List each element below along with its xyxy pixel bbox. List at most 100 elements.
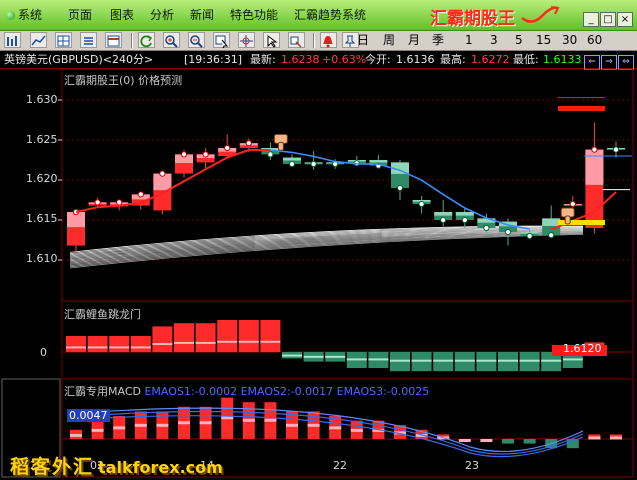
menu-features[interactable]: 特色功能 — [230, 8, 278, 22]
window-controls: _ □ × — [582, 7, 633, 27]
period-week[interactable]: 周 — [383, 33, 395, 48]
period-60min[interactable]: 60 — [587, 33, 602, 48]
chart-nav-controls: ⇐ ⇒ ⇔ — [583, 52, 634, 70]
mid-bar-highlight — [195, 341, 216, 344]
toolbar: 日 周 月 季 1 3 5 15 30 60 — [0, 31, 637, 51]
menu-trend-system[interactable]: 汇霸趋势系统 — [294, 8, 366, 22]
maximize-button[interactable]: □ — [600, 12, 616, 27]
drag-icon[interactable] — [288, 32, 305, 48]
watermark-cn: 稻客外汇 — [10, 456, 95, 478]
price-panel-border — [61, 69, 634, 302]
symbol-name[interactable]: 英镑美元(GBPUSD)<240分> — [4, 51, 153, 68]
period-month[interactable]: 月 — [408, 33, 420, 48]
watermark: 稻客外汇 talkforex.com — [10, 452, 223, 479]
price-tick: 1.620 — [26, 172, 58, 185]
mid-bar — [174, 323, 194, 352]
ema2-value: -0.0017 — [290, 385, 334, 398]
macd-panel-title: 汇霸专用MACD EMAOS1:-0.0002 EMAOS2:-0.0017 E… — [64, 383, 429, 399]
calendar-icon[interactable] — [105, 32, 122, 48]
ema2-label: EMAOS2: — [240, 385, 291, 398]
forecast-high-bar — [558, 106, 605, 111]
candle-highlight — [434, 212, 453, 216]
menu-news[interactable]: 新闻 — [190, 8, 214, 22]
candle-close-dot — [569, 200, 576, 208]
prev-icon[interactable]: ⇐ — [584, 55, 600, 70]
minimize-button[interactable]: _ — [583, 12, 599, 27]
open-label: 今开: — [365, 53, 391, 66]
candle-close-dot — [202, 151, 209, 158]
high-value: 1.6272 — [471, 53, 510, 66]
price-tick: 1.630 — [26, 93, 58, 106]
sell-signal-hand-icon-finger — [277, 141, 284, 151]
candle-close-dot — [137, 191, 144, 198]
ema3-value: -0.0025 — [386, 385, 430, 398]
mid-bar — [217, 320, 238, 352]
candle-close-dot — [116, 199, 123, 206]
price-panel-title: 汇霸期股王(0) 价格预测 — [64, 74, 183, 87]
candle-close-dot — [267, 151, 274, 158]
menu-label: 汇霸趋势系统 — [294, 8, 367, 22]
chart-area[interactable]: 汇霸期股王(0) 价格预测 1.630 1.625 1.620 1.615 1.… — [0, 69, 637, 480]
macd-bar-highlight — [350, 428, 363, 432]
menu-system[interactable]: 系统 — [6, 8, 42, 22]
candle-close-dot — [440, 216, 447, 224]
ema1-label: EMAOS1: — [144, 385, 195, 398]
line-chart-icon[interactable] — [30, 32, 47, 48]
period-30min[interactable]: 30 — [562, 33, 577, 48]
alarm-bell-icon[interactable] — [320, 32, 337, 48]
macd-title-text: 汇霸专用MACD — [64, 385, 141, 398]
period-15min[interactable]: 15 — [536, 33, 551, 48]
macd-bar-highlight — [178, 421, 190, 425]
mid-bar-highlight — [238, 340, 259, 343]
mid-bar — [109, 336, 130, 352]
mid-bar — [130, 336, 151, 352]
cursor-icon[interactable] — [213, 32, 230, 49]
ema-line — [69, 415, 584, 458]
mid-bar-highlight — [260, 340, 281, 343]
menu-label: 分析 — [150, 8, 175, 22]
brand-logo: 汇霸期股王 — [430, 9, 515, 29]
candle-close-dot — [504, 228, 512, 236]
high-label: 最高: — [440, 53, 466, 66]
period-5min[interactable]: 5 — [515, 33, 523, 48]
mid-bar-highlight — [562, 358, 583, 361]
candle-close-dot — [483, 224, 490, 232]
candle-close-dot — [94, 199, 101, 206]
macd-bar-highlight — [134, 423, 147, 427]
mid-bar — [152, 326, 173, 352]
mid-bar-highlight — [66, 346, 86, 349]
macd-bar — [523, 439, 536, 444]
macd-bar-highlight — [156, 423, 169, 427]
period-3min[interactable]: 3 — [490, 33, 498, 48]
macd-bar — [502, 439, 514, 444]
next-icon[interactable]: ⇒ — [601, 55, 617, 70]
close-button[interactable]: × — [617, 12, 633, 27]
quote-time: [19:36:31] — [184, 53, 242, 66]
refresh-icon[interactable] — [138, 32, 155, 48]
expand-icon[interactable]: ⇔ — [618, 55, 634, 70]
candle-highlight — [455, 212, 474, 216]
list-icon[interactable] — [80, 32, 97, 48]
mid-bar — [66, 336, 86, 352]
bars-icon[interactable] — [4, 32, 21, 48]
candle-close-dot — [180, 151, 188, 158]
menu-page[interactable]: 页面 — [68, 8, 92, 22]
mid-bar-highlight — [498, 359, 518, 362]
quote-info-bar: 英镑美元(GBPUSD)<240分> [19:36:31] 最新: 1.6238… — [0, 51, 637, 70]
candle-close-dot — [245, 140, 252, 147]
toolbar-separator — [131, 33, 133, 48]
open-value: 1.6136 — [396, 53, 435, 66]
zoom-in-icon[interactable] — [163, 32, 180, 48]
period-quarter[interactable]: 季 — [432, 33, 444, 48]
macd-bar-highlight — [242, 418, 255, 422]
menu-analysis[interactable]: 分析 — [150, 8, 174, 22]
pointer-icon[interactable] — [263, 32, 280, 48]
zoom-out-icon[interactable] — [188, 32, 205, 48]
crosshair-icon[interactable] — [238, 32, 255, 48]
menu-dot-icon — [6, 11, 15, 20]
menu-chart[interactable]: 图表 — [110, 8, 134, 22]
ema1-value: -0.0002 — [194, 385, 238, 398]
grid-icon[interactable] — [55, 32, 72, 48]
period-1min[interactable]: 1 — [465, 33, 473, 48]
period-day[interactable]: 日 — [357, 33, 369, 48]
